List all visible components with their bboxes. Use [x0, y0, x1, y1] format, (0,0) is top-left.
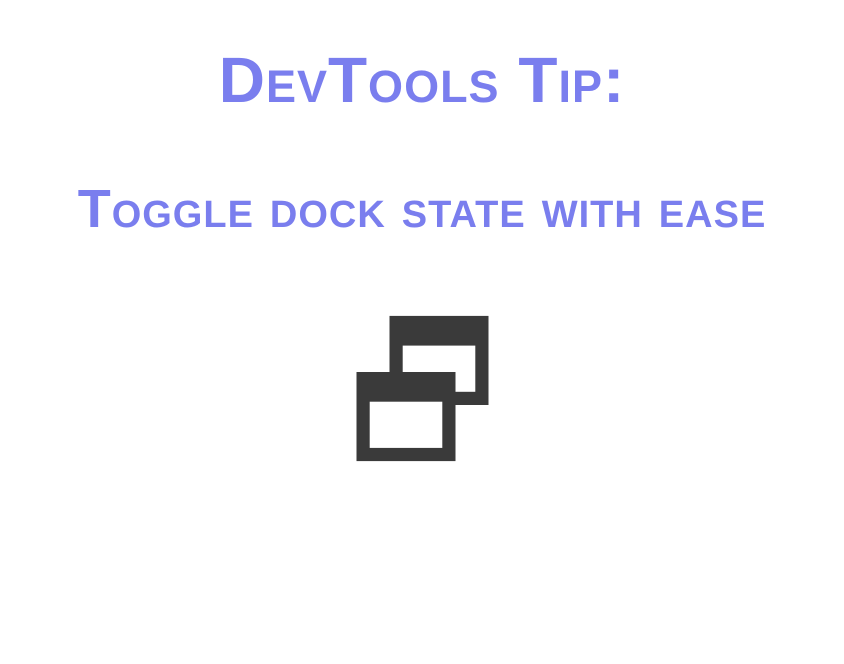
tip-title: DevTools Tip:	[219, 48, 626, 112]
tip-card: DevTools Tip: Toggle dock state with eas…	[0, 0, 844, 664]
tip-subtitle: Toggle dock state with ease	[78, 170, 767, 248]
dock-undock-icon	[332, 298, 512, 478]
